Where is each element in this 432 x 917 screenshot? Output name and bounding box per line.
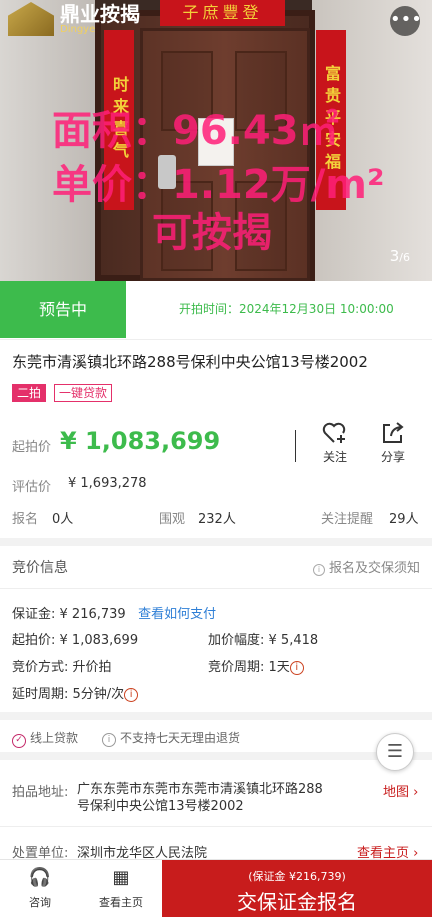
online-loan-text: 线上贷款 — [30, 731, 79, 745]
heart-plus-icon — [322, 422, 346, 443]
more-options-button[interactable]: ••• — [390, 6, 422, 36]
auction-status-bar: 预告中 开拍时间：2024年12月30日 10:00:00 — [0, 281, 432, 338]
home-button[interactable]: ▦ 查看主页 — [81, 860, 161, 910]
store-icon: ▦ — [112, 867, 130, 888]
hero-image-carousel[interactable]: 子庶豐登 时来喜气 富贵平安福 面积：96.43㎡ 单价：1.12万/m² 可按… — [0, 0, 432, 281]
follow-button[interactable]: 关注 — [315, 421, 355, 465]
share-button[interactable]: 分享 — [373, 421, 413, 465]
deposit-label: 保证金: — [12, 607, 56, 622]
cta-label: 交保证金报名 — [237, 890, 357, 914]
start-time: 开拍时间：2024年12月30日 10:00:00 — [179, 302, 394, 316]
status-badge: 预告中 — [0, 281, 126, 338]
delay-label: 延时周期: — [12, 687, 69, 702]
period-label: 竞价周期: — [208, 660, 265, 675]
method-value: 升价拍 — [72, 660, 112, 675]
bid-start-label: 起拍价: — [12, 633, 56, 648]
how-to-pay-link[interactable]: 查看如何支付 — [138, 607, 216, 622]
notice-text: 报名及交保须知 — [328, 561, 420, 576]
section-divider — [0, 712, 432, 720]
consult-button[interactable]: 🎧 咨询 — [0, 860, 80, 910]
bid-info-header: 竞价信息 — [12, 560, 68, 576]
address-label: 拍品地址: — [12, 785, 69, 800]
delay-info-icon[interactable]: i — [124, 687, 139, 702]
section-divider — [0, 538, 432, 546]
address-value: 广东东莞市东莞市东莞市清溪镇北环路288号保利中央公馆13号楼2002 — [77, 782, 323, 814]
period-info-icon[interactable]: i — [289, 660, 304, 675]
logo-mark-icon — [8, 2, 54, 36]
more-dots-icon: ••• — [390, 9, 422, 30]
no-return-feature: i 不支持七天无理由退货 — [102, 729, 240, 747]
counter-current: 3 — [389, 247, 400, 265]
hengpi-banner: 子庶豐登 — [160, 0, 285, 26]
info-icon: i — [312, 564, 325, 576]
menu-list-icon[interactable]: ☰ — [376, 733, 414, 771]
overlay-mortgage: 可按揭 — [152, 210, 272, 256]
map-link[interactable]: 地图 › — [383, 781, 418, 800]
cta-deposit-note: (保证金 ¥216,739) — [248, 870, 346, 883]
divider-vertical — [295, 430, 296, 462]
increment-row: 加价幅度: ¥ 5,418 — [208, 629, 318, 648]
deposit-value: ¥ 216,739 — [59, 607, 126, 622]
no-return-text: 不支持七天无理由退货 — [120, 731, 241, 745]
bottom-action-bar: 🎧 咨询 ▦ 查看主页 (保证金 ¥216,739) 交保证金报名 — [0, 859, 432, 917]
watch-value: 232人 — [198, 512, 236, 527]
signup-value: 0人 — [52, 512, 74, 527]
notice-link[interactable]: i 报名及交保须知 — [312, 557, 420, 576]
listing-title: 东莞市清溪镇北环路288号保利中央公馆13号楼2002 — [12, 353, 368, 371]
eval-label: 评估价 — [12, 480, 52, 495]
follow-label: 关注 — [322, 450, 347, 464]
bid-start-value: ¥ 1,083,699 — [59, 633, 139, 648]
overlay-area: 面积：96.43㎡ — [52, 108, 339, 154]
pay-deposit-signup-button[interactable]: (保证金 ¥216,739) 交保证金报名 — [162, 860, 432, 917]
map-link-text: 地图 — [383, 785, 410, 800]
start-price: ¥ 1,083,699 — [60, 427, 221, 455]
counter-total: /6 — [399, 251, 410, 264]
share-label: 分享 — [380, 450, 405, 464]
loan-tag: 一键贷款 — [54, 384, 113, 402]
delay-value: 5分钟/次 — [72, 687, 125, 702]
section-divider — [0, 752, 432, 760]
start-price-row: 起拍价: ¥ 1,083,699 — [12, 629, 138, 648]
image-counter: 3/6 — [390, 247, 410, 265]
check-circle-icon: ✓ — [12, 734, 26, 748]
remind-value: 29人 — [389, 512, 419, 527]
watch-label: 围观 — [159, 512, 186, 527]
headset-icon: 🎧 — [28, 867, 52, 888]
signup-label: 报名 — [12, 512, 39, 527]
start-price-label: 起拍价 — [12, 440, 52, 455]
logo-text: 鼎业按揭 — [60, 1, 140, 26]
period-value: 1天 — [268, 660, 290, 675]
info-circle-icon: i — [102, 733, 116, 747]
remind-label: 关注提醒 — [321, 512, 374, 527]
deposit-row: 保证金: ¥ 216,739 查看如何支付 — [12, 603, 216, 622]
home-label: 查看主页 — [99, 896, 143, 909]
method-label: 竞价方式: — [12, 660, 69, 675]
period-row: 竞价周期: 1天 i — [208, 656, 304, 675]
increment-value: ¥ 5,418 — [268, 633, 319, 648]
brand-logo: 鼎业按揭 Dingye — [8, 2, 140, 36]
method-row: 竞价方式: 升价拍 — [12, 656, 112, 675]
eval-value: ¥ 1,693,278 — [68, 476, 147, 491]
delay-row: 延时周期: 5分钟/次 i — [12, 683, 139, 702]
consult-label: 咨询 — [29, 896, 51, 909]
round-tag: 二拍 — [12, 384, 47, 402]
online-loan-feature: ✓ 线上贷款 — [12, 729, 78, 748]
increment-label: 加价幅度: — [208, 633, 265, 648]
chevron-right-icon: › — [413, 785, 419, 800]
share-icon — [383, 422, 404, 443]
